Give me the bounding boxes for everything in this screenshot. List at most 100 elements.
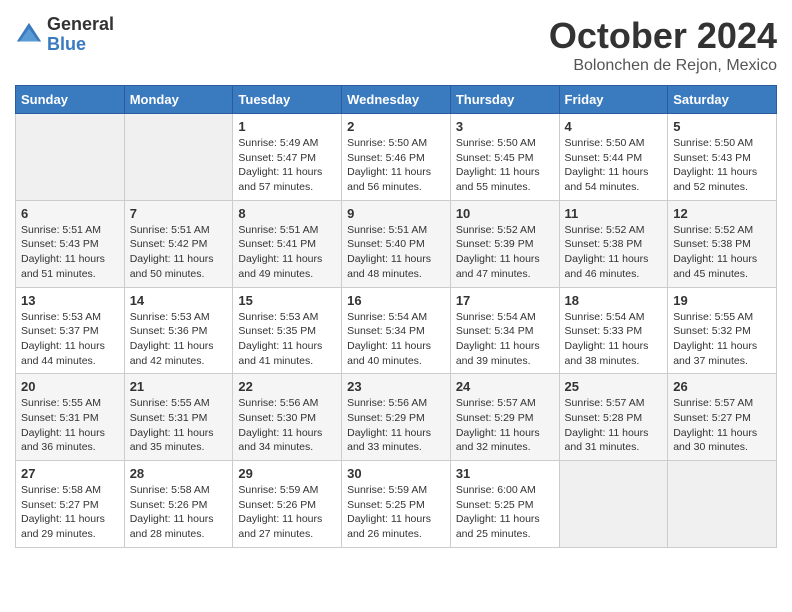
cell-info: Sunrise: 5:52 AMSunset: 5:38 PMDaylight:…	[673, 223, 771, 282]
cell-info: Sunrise: 6:00 AMSunset: 5:25 PMDaylight:…	[456, 483, 554, 542]
cell-info: Sunrise: 5:51 AMSunset: 5:41 PMDaylight:…	[238, 223, 336, 282]
calendar-cell: 25 Sunrise: 5:57 AMSunset: 5:28 PMDayligh…	[559, 374, 668, 461]
calendar-cell: 6 Sunrise: 5:51 AMSunset: 5:43 PMDaylight…	[16, 200, 125, 287]
calendar-cell: 2Sunrise: 5:50 AMSunset: 5:46 PMDaylight…	[342, 114, 451, 201]
calendar-cell: 11Sunrise: 5:52 AMSunset: 5:38 PMDayligh…	[559, 200, 668, 287]
calendar-cell	[16, 114, 125, 201]
calendar-header: SundayMondayTuesdayWednesdayThursdayFrid…	[16, 86, 777, 114]
cell-info: Sunrise: 5:52 AMSunset: 5:39 PMDaylight:…	[456, 223, 554, 282]
calendar-cell: 17Sunrise: 5:54 AMSunset: 5:34 PMDayligh…	[450, 287, 559, 374]
calendar-cell: 27 Sunrise: 5:58 AMSunset: 5:27 PMDayligh…	[16, 461, 125, 548]
calendar-cell: 26 Sunrise: 5:57 AMSunset: 5:27 PMDayligh…	[668, 374, 777, 461]
day-number: 27	[21, 466, 119, 481]
day-number: 13	[21, 293, 119, 308]
cell-info: Sunrise: 5:58 AMSunset: 5:26 PMDaylight:…	[130, 483, 228, 542]
cell-info: Sunrise: 5:58 AMSunset: 5:27 PMDaylight:…	[21, 483, 119, 542]
cell-info: Sunrise: 5:50 AMSunset: 5:45 PMDaylight:…	[456, 136, 554, 195]
calendar-cell: 31Sunrise: 6:00 AMSunset: 5:25 PMDayligh…	[450, 461, 559, 548]
logo-general-text: General	[47, 15, 114, 35]
day-number: 21	[130, 379, 228, 394]
calendar-cell: 13Sunrise: 5:53 AMSunset: 5:37 PMDayligh…	[16, 287, 125, 374]
day-number: 16	[347, 293, 445, 308]
cell-info: Sunrise: 5:56 AMSunset: 5:30 PMDaylight:…	[238, 396, 336, 455]
day-number: 22	[238, 379, 336, 394]
calendar-body: 1 Sunrise: 5:49 AMSunset: 5:47 PMDaylight…	[16, 114, 777, 548]
cell-info: Sunrise: 5:54 AMSunset: 5:34 PMDaylight:…	[347, 310, 445, 369]
cell-info: Sunrise: 5:51 AMSunset: 5:43 PMDaylight:…	[21, 223, 119, 282]
calendar-week-row: 13Sunrise: 5:53 AMSunset: 5:37 PMDayligh…	[16, 287, 777, 374]
header-row: SundayMondayTuesdayWednesdayThursdayFrid…	[16, 86, 777, 114]
title-block: October 2024 Bolonchen de Rejon, Mexico	[549, 15, 777, 75]
day-of-week-header: Wednesday	[342, 86, 451, 114]
calendar-cell: 15Sunrise: 5:53 AMSunset: 5:35 PMDayligh…	[233, 287, 342, 374]
calendar-week-row: 1 Sunrise: 5:49 AMSunset: 5:47 PMDaylight…	[16, 114, 777, 201]
cell-info: Sunrise: 5:54 AMSunset: 5:34 PMDaylight:…	[456, 310, 554, 369]
calendar-cell: 3 Sunrise: 5:50 AMSunset: 5:45 PMDaylight…	[450, 114, 559, 201]
calendar-table: SundayMondayTuesdayWednesdayThursdayFrid…	[15, 85, 777, 548]
calendar-cell: 8Sunrise: 5:51 AMSunset: 5:41 PMDaylight…	[233, 200, 342, 287]
calendar-cell	[559, 461, 668, 548]
calendar-cell: 30 Sunrise: 5:59 AMSunset: 5:25 PMDayligh…	[342, 461, 451, 548]
cell-info: Sunrise: 5:51 AMSunset: 5:40 PMDaylight:…	[347, 223, 445, 282]
day-number: 6	[21, 206, 119, 221]
cell-info: Sunrise: 5:57 AMSunset: 5:27 PMDaylight:…	[673, 396, 771, 455]
cell-info: Sunrise: 5:50 AMSunset: 5:46 PMDaylight:…	[347, 136, 445, 195]
calendar-cell: 28 Sunrise: 5:58 AMSunset: 5:26 PMDayligh…	[124, 461, 233, 548]
calendar-cell: 20 Sunrise: 5:55 AMSunset: 5:31 PMDayligh…	[16, 374, 125, 461]
day-number: 23	[347, 379, 445, 394]
day-number: 24	[456, 379, 554, 394]
day-of-week-header: Saturday	[668, 86, 777, 114]
calendar-cell: 14Sunrise: 5:53 AMSunset: 5:36 PMDayligh…	[124, 287, 233, 374]
calendar-cell: 21 Sunrise: 5:55 AMSunset: 5:31 PMDayligh…	[124, 374, 233, 461]
cell-info: Sunrise: 5:49 AMSunset: 5:47 PMDaylight:…	[238, 136, 336, 195]
day-number: 3	[456, 119, 554, 134]
day-number: 14	[130, 293, 228, 308]
calendar-cell: 22 Sunrise: 5:56 AMSunset: 5:30 PMDayligh…	[233, 374, 342, 461]
cell-info: Sunrise: 5:50 AMSunset: 5:44 PMDaylight:…	[565, 136, 663, 195]
calendar-cell	[668, 461, 777, 548]
location-text: Bolonchen de Rejon, Mexico	[549, 57, 777, 75]
calendar-cell: 18Sunrise: 5:54 AMSunset: 5:33 PMDayligh…	[559, 287, 668, 374]
day-number: 15	[238, 293, 336, 308]
day-of-week-header: Monday	[124, 86, 233, 114]
cell-info: Sunrise: 5:55 AMSunset: 5:31 PMDaylight:…	[130, 396, 228, 455]
logo-blue-text: Blue	[47, 35, 114, 55]
day-number: 29	[238, 466, 336, 481]
cell-info: Sunrise: 5:54 AMSunset: 5:33 PMDaylight:…	[565, 310, 663, 369]
day-number: 10	[456, 206, 554, 221]
calendar-cell: 12Sunrise: 5:52 AMSunset: 5:38 PMDayligh…	[668, 200, 777, 287]
cell-info: Sunrise: 5:55 AMSunset: 5:31 PMDaylight:…	[21, 396, 119, 455]
logo: General Blue	[15, 15, 114, 55]
calendar-cell: 9Sunrise: 5:51 AMSunset: 5:40 PMDaylight…	[342, 200, 451, 287]
calendar-cell: 19Sunrise: 5:55 AMSunset: 5:32 PMDayligh…	[668, 287, 777, 374]
day-number: 25	[565, 379, 663, 394]
day-number: 20	[21, 379, 119, 394]
cell-info: Sunrise: 5:59 AMSunset: 5:25 PMDaylight:…	[347, 483, 445, 542]
calendar-cell: 29 Sunrise: 5:59 AMSunset: 5:26 PMDayligh…	[233, 461, 342, 548]
day-of-week-header: Friday	[559, 86, 668, 114]
calendar-week-row: 6 Sunrise: 5:51 AMSunset: 5:43 PMDaylight…	[16, 200, 777, 287]
day-number: 7	[130, 206, 228, 221]
calendar-cell	[124, 114, 233, 201]
cell-info: Sunrise: 5:50 AMSunset: 5:43 PMDaylight:…	[673, 136, 771, 195]
day-number: 1	[238, 119, 336, 134]
cell-info: Sunrise: 5:57 AMSunset: 5:28 PMDaylight:…	[565, 396, 663, 455]
day-number: 26	[673, 379, 771, 394]
cell-info: Sunrise: 5:59 AMSunset: 5:26 PMDaylight:…	[238, 483, 336, 542]
calendar-cell: 10 Sunrise: 5:52 AMSunset: 5:39 PMDayligh…	[450, 200, 559, 287]
month-title: October 2024	[549, 15, 777, 57]
day-of-week-header: Thursday	[450, 86, 559, 114]
calendar-cell: 4 Sunrise: 5:50 AMSunset: 5:44 PMDaylight…	[559, 114, 668, 201]
day-number: 28	[130, 466, 228, 481]
calendar-cell: 5Sunrise: 5:50 AMSunset: 5:43 PMDaylight…	[668, 114, 777, 201]
logo-icon	[15, 21, 43, 49]
logo-text: General Blue	[47, 15, 114, 55]
cell-info: Sunrise: 5:57 AMSunset: 5:29 PMDaylight:…	[456, 396, 554, 455]
calendar-week-row: 20 Sunrise: 5:55 AMSunset: 5:31 PMDayligh…	[16, 374, 777, 461]
calendar-cell: 1 Sunrise: 5:49 AMSunset: 5:47 PMDaylight…	[233, 114, 342, 201]
day-number: 30	[347, 466, 445, 481]
calendar-cell: 16 Sunrise: 5:54 AMSunset: 5:34 PMDayligh…	[342, 287, 451, 374]
cell-info: Sunrise: 5:56 AMSunset: 5:29 PMDaylight:…	[347, 396, 445, 455]
day-number: 4	[565, 119, 663, 134]
calendar-week-row: 27 Sunrise: 5:58 AMSunset: 5:27 PMDayligh…	[16, 461, 777, 548]
